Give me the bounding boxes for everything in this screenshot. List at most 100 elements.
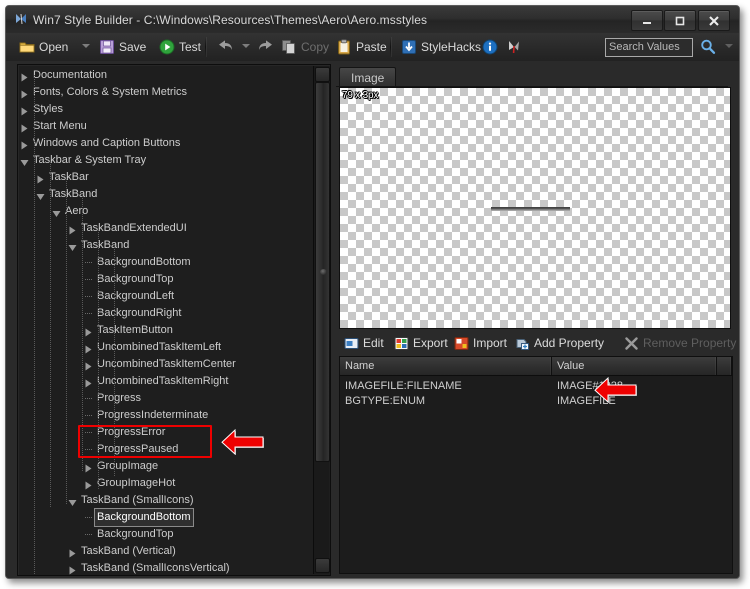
style-tree-panel[interactable]: Documentation Fonts, Colors & System Metr… bbox=[17, 64, 331, 576]
tree-item-label: ProgressError bbox=[97, 426, 166, 438]
export-button[interactable]: Export bbox=[394, 332, 448, 354]
info-button[interactable] bbox=[479, 36, 501, 58]
edit-image-icon bbox=[344, 336, 359, 351]
open-dropdown-icon[interactable] bbox=[82, 44, 90, 48]
tree-item-backgroundtop[interactable]: BackgroundTop bbox=[18, 271, 314, 288]
scrollbar-thumb[interactable] bbox=[315, 82, 330, 462]
tree-item-uncombinedtaskitemleft[interactable]: UncombinedTaskItemLeft bbox=[18, 339, 314, 356]
tree-item-taskbar[interactable]: TaskBar bbox=[18, 169, 314, 186]
close-button[interactable] bbox=[698, 10, 730, 31]
remove-property-button[interactable]: Remove Property bbox=[624, 332, 736, 354]
expander-closed-icon[interactable] bbox=[36, 173, 45, 184]
butterfly-button[interactable] bbox=[503, 36, 525, 58]
expander-open-icon[interactable] bbox=[36, 190, 45, 200]
column-header-value[interactable]: Value bbox=[552, 357, 717, 375]
tree-connector bbox=[85, 534, 92, 535]
tree-item-taskbandextendedui[interactable]: TaskBandExtendedUI bbox=[18, 220, 314, 237]
expander-closed-icon[interactable] bbox=[68, 564, 77, 575]
expander-closed-icon[interactable] bbox=[84, 360, 93, 371]
expander-closed-icon[interactable] bbox=[84, 326, 93, 337]
image-preview[interactable]: 79 x 3px bbox=[339, 87, 731, 329]
redo-button[interactable] bbox=[253, 36, 275, 58]
tree-connector bbox=[85, 398, 92, 399]
undo-dropdown-icon[interactable] bbox=[242, 44, 250, 48]
scroll-down-button[interactable] bbox=[315, 558, 330, 573]
tree-item-progresserror[interactable]: ProgressError bbox=[18, 424, 314, 441]
expander-closed-icon[interactable] bbox=[84, 462, 93, 473]
tree-item-label: UncombinedTaskItemRight bbox=[97, 375, 229, 387]
tree-item-uncombinedtaskitemright[interactable]: UncombinedTaskItemRight bbox=[18, 373, 314, 390]
tree-item-taskband-smallicons[interactable]: TaskBand (SmallIcons) bbox=[18, 492, 314, 509]
search-box[interactable] bbox=[605, 37, 693, 57]
paste-button[interactable]: Paste bbox=[333, 36, 390, 58]
tree-item-label: Fonts, Colors & System Metrics bbox=[33, 86, 188, 98]
expander-closed-icon[interactable] bbox=[68, 224, 77, 235]
import-label: Import bbox=[473, 336, 508, 350]
copy-button[interactable]: Copy bbox=[278, 36, 332, 58]
expander-closed-icon[interactable] bbox=[20, 71, 29, 82]
expander-closed-icon[interactable] bbox=[20, 88, 29, 99]
toolbar-overflow-icon[interactable] bbox=[725, 44, 733, 48]
toolbar-separator bbox=[205, 37, 206, 57]
tree-item-backgroundbottom[interactable]: BackgroundBottom bbox=[18, 508, 314, 527]
expander-closed-icon[interactable] bbox=[20, 139, 29, 150]
edit-button[interactable]: Edit bbox=[344, 332, 384, 354]
add-property-button[interactable]: Add Property bbox=[515, 332, 604, 354]
expander-open-icon[interactable] bbox=[68, 496, 77, 506]
expander-open-icon[interactable] bbox=[68, 241, 77, 251]
tree-scrollbar[interactable] bbox=[313, 66, 330, 574]
test-button[interactable]: Test bbox=[156, 36, 204, 58]
search-input[interactable] bbox=[605, 37, 693, 57]
expander-closed-icon[interactable] bbox=[20, 122, 29, 133]
undo-button[interactable] bbox=[214, 36, 236, 58]
copy-icon bbox=[281, 39, 297, 55]
tree-item-documentation[interactable]: Documentation bbox=[18, 67, 314, 84]
tree-item-taskband[interactable]: TaskBand bbox=[18, 237, 314, 254]
tree-guide-line bbox=[34, 75, 35, 575]
expander-closed-icon[interactable] bbox=[84, 343, 93, 354]
expander-open-icon[interactable] bbox=[52, 207, 61, 217]
expander-closed-icon[interactable] bbox=[20, 105, 29, 116]
tree-item-aero[interactable]: Aero bbox=[18, 203, 314, 220]
tree-item-progresspaused[interactable]: ProgressPaused bbox=[18, 441, 314, 458]
tree-item-groupimagehot[interactable]: GroupImageHot bbox=[18, 475, 314, 492]
column-header-name[interactable]: Name bbox=[340, 357, 552, 375]
import-button[interactable]: Import bbox=[454, 332, 507, 354]
tree-item-progress[interactable]: Progress bbox=[18, 390, 314, 407]
tree-item-backgroundbottom[interactable]: BackgroundBottom bbox=[18, 254, 314, 271]
tree-item-backgroundtop[interactable]: BackgroundTop bbox=[18, 526, 314, 543]
property-grid[interactable]: Name Value IMAGEFILE:FILENAME IMAGE#1028 B… bbox=[339, 356, 733, 574]
tree-item-taskband-smalliconsvertical[interactable]: TaskBand (SmallIconsVertical) bbox=[18, 560, 314, 575]
expander-closed-icon[interactable] bbox=[84, 377, 93, 388]
tree-item-start-menu[interactable]: Start Menu bbox=[18, 118, 314, 135]
open-button[interactable]: Open bbox=[16, 36, 71, 58]
tree-item-fonts-colors-system-metrics[interactable]: Fonts, Colors & System Metrics bbox=[18, 84, 314, 101]
tree-item-progressindeterminate[interactable]: ProgressIndeterminate bbox=[18, 407, 314, 424]
title-bar[interactable]: Win7 Style Builder - C:\Windows\Resource… bbox=[6, 6, 739, 34]
tree-item-styles[interactable]: Styles bbox=[18, 101, 314, 118]
tree-item-taskitembutton[interactable]: TaskItemButton bbox=[18, 322, 314, 339]
tree-guide-line bbox=[66, 179, 67, 504]
tree-item-backgroundright[interactable]: BackgroundRight bbox=[18, 305, 314, 322]
tree-item-taskbar-system-tray[interactable]: Taskbar & System Tray bbox=[18, 152, 314, 169]
toolbar-separator-2 bbox=[390, 37, 391, 57]
expander-closed-icon[interactable] bbox=[68, 547, 77, 558]
tree-item-groupimage[interactable]: GroupImage bbox=[18, 458, 314, 475]
expander-open-icon[interactable] bbox=[20, 156, 29, 166]
magnifier-icon[interactable] bbox=[699, 38, 717, 56]
tree-item-windows-and-caption-buttons[interactable]: Windows and Caption Buttons bbox=[18, 135, 314, 152]
property-row[interactable]: BGTYPE:ENUM IMAGEFILE bbox=[340, 394, 732, 409]
tree-item-uncombinedtaskitemcenter[interactable]: UncombinedTaskItemCenter bbox=[18, 356, 314, 373]
save-button[interactable]: Save bbox=[96, 36, 149, 58]
stylehacks-button[interactable]: StyleHacks bbox=[398, 36, 484, 58]
maximize-button[interactable] bbox=[664, 10, 696, 31]
scroll-up-button[interactable] bbox=[315, 67, 330, 82]
tree-item-backgroundleft[interactable]: BackgroundLeft bbox=[18, 288, 314, 305]
minimize-button[interactable] bbox=[631, 10, 663, 31]
property-row[interactable]: IMAGEFILE:FILENAME IMAGE#1028 bbox=[340, 379, 732, 394]
image-toolbar: Edit Export Import Add Property Remove P… bbox=[339, 332, 736, 354]
tree-item-taskband[interactable]: TaskBand bbox=[18, 186, 314, 203]
tab-image[interactable]: Image bbox=[339, 67, 397, 88]
expander-closed-icon[interactable] bbox=[84, 479, 93, 490]
tree-item-taskband-vertical[interactable]: TaskBand (Vertical) bbox=[18, 543, 314, 560]
